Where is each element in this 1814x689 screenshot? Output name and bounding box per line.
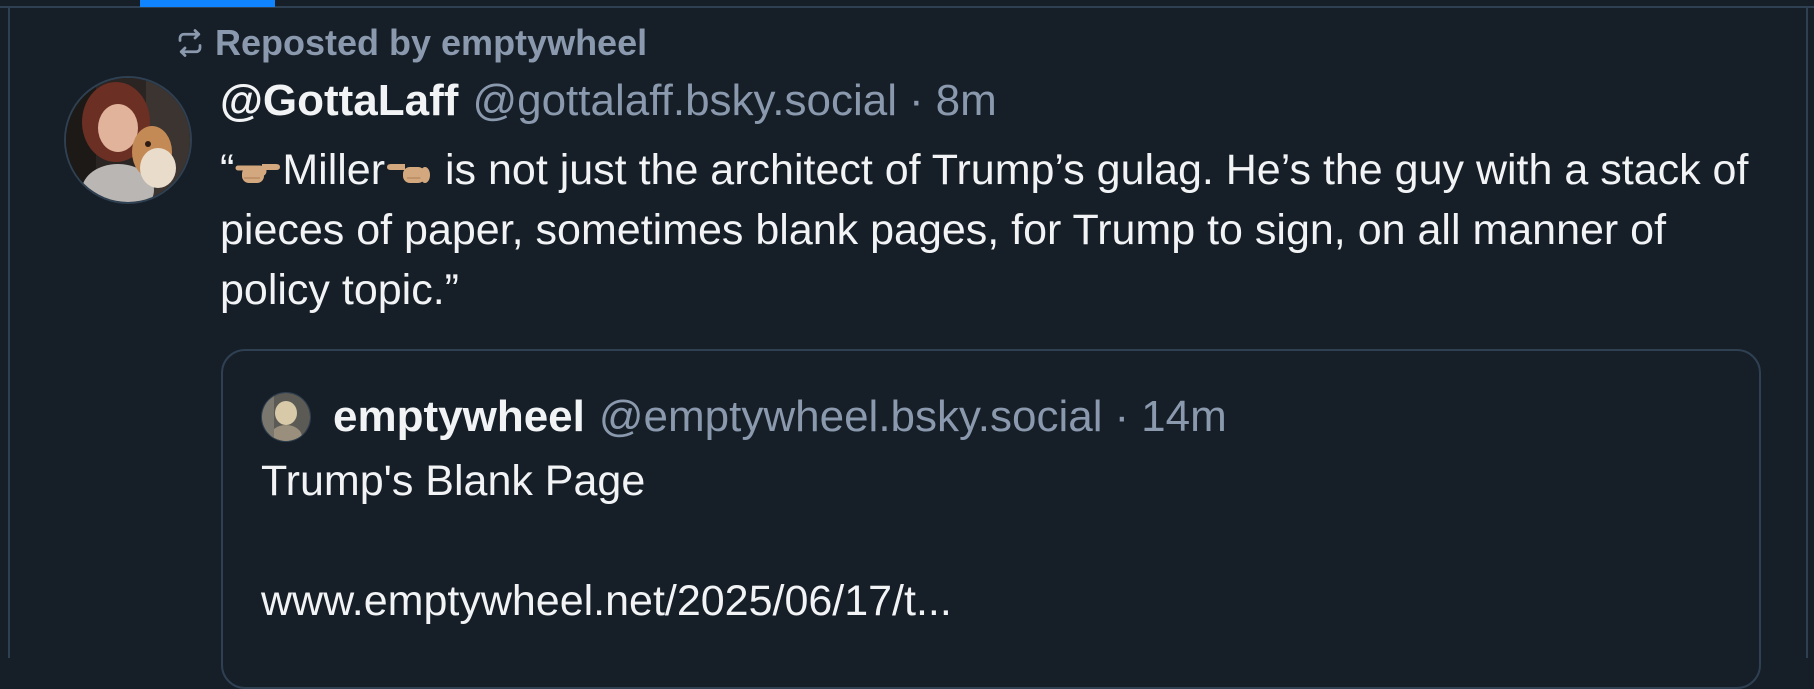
author-name[interactable]: @GottaLaff [220,76,458,126]
pointing-left-emoji-icon [385,142,433,183]
repost-label: Reposted by emptywheel [215,22,648,63]
post-text-name: Miller [282,146,386,194]
quoted-post-timestamp[interactable]: 14m [1141,392,1227,442]
quoted-post-header: emptywheel @emptywheel.bsky.social · 14m [261,389,1227,445]
quoted-author-avatar[interactable] [261,392,311,442]
pointing-right-emoji-icon [234,142,282,183]
post-text: “ Miller is not just the architect of Tru… [220,140,1780,320]
active-tab-indicator [140,0,275,7]
post-header: @GottaLaff @gottalaff.bsky.social · 8m [220,76,997,132]
separator-dot: · [909,76,924,125]
quoted-author-name[interactable]: emptywheel [333,392,585,442]
post-timestamp[interactable]: 8m [936,76,997,126]
repost-icon [175,28,205,58]
quoted-post-title: Trump's Blank Page [261,457,646,505]
repost-indicator[interactable]: Reposted by emptywheel [175,20,647,66]
separator-dot: · [1114,392,1130,441]
open-quote: “ [220,146,235,194]
quoted-post-spacer [261,511,1721,571]
author-handle[interactable]: @gottalaff.bsky.social [472,76,897,126]
quoted-post-text: Trump's Blank Page www.emptywheel.net/20… [261,451,1721,631]
author-avatar[interactable] [64,76,192,204]
quoted-post-card[interactable]: emptywheel @emptywheel.bsky.social · 14m… [221,349,1761,689]
quoted-post-link[interactable]: www.emptywheel.net/2025/06/17/t... [261,571,1721,631]
quoted-author-handle[interactable]: @emptywheel.bsky.social [599,392,1103,442]
post-text-body: is not just the architect of Trump’s gul… [220,146,1749,314]
